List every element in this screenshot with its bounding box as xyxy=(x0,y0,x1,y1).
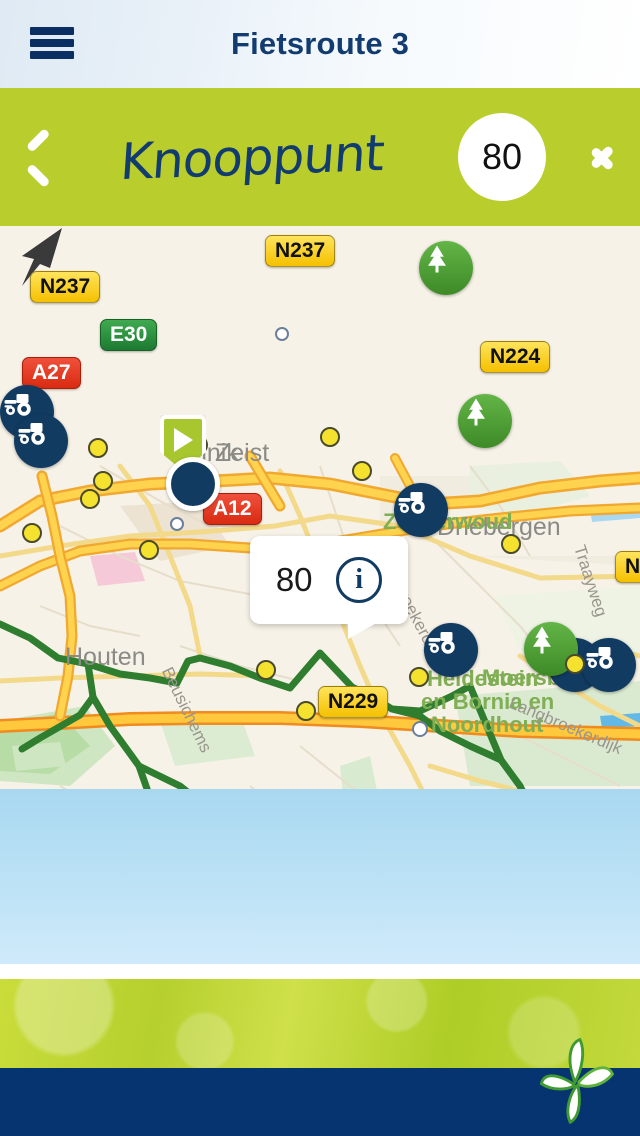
road-shield: E30 xyxy=(100,319,158,352)
butterfly-logo-icon xyxy=(539,1037,615,1125)
place-dot xyxy=(170,517,184,531)
road-shield: N2 xyxy=(615,551,640,584)
chevron-right-icon xyxy=(589,134,615,180)
road-shield: N237 xyxy=(30,271,101,304)
route-waypoint[interactable] xyxy=(256,660,276,680)
previous-knooppunt-button[interactable] xyxy=(0,88,76,226)
forest-poi-icon[interactable] xyxy=(458,394,512,448)
callout-number: 80 xyxy=(275,561,313,598)
route-map[interactable]: N237N237E30A27A12N224N229N2 ZeistnnikOdi… xyxy=(0,226,640,789)
route-waypoint[interactable] xyxy=(22,523,42,543)
route-waypoint[interactable] xyxy=(320,427,340,447)
tractor-poi-icon[interactable] xyxy=(424,623,478,677)
chevron-left-icon xyxy=(25,134,51,180)
route-waypoint[interactable] xyxy=(409,667,429,687)
route-waypoint[interactable] xyxy=(88,438,108,458)
road-shield: N224 xyxy=(480,341,551,374)
tab-bar: Kaart Info xyxy=(0,789,640,964)
place-dot xyxy=(275,327,289,341)
app-header: Fietsroute 3 xyxy=(0,0,640,88)
next-knooppunt-button[interactable] xyxy=(564,88,640,226)
road-shield: N229 xyxy=(318,686,389,719)
knooppunt-label: Knooppunt xyxy=(118,123,386,192)
route-waypoint[interactable] xyxy=(80,489,100,509)
road-shield: N237 xyxy=(265,235,336,268)
route-waypoint[interactable] xyxy=(93,471,113,491)
route-start-marker[interactable] xyxy=(160,415,220,511)
knooppunt-callout[interactable]: 80 i xyxy=(250,536,408,639)
knooppunt-bar: Knooppunt 80 xyxy=(0,88,640,226)
route-waypoint[interactable] xyxy=(565,654,585,674)
tractor-poi-icon[interactable] xyxy=(582,638,636,692)
app-root: Fietsroute 3 Knooppunt 80 N237 N237 E30 … xyxy=(0,0,640,1136)
route-waypoint[interactable] xyxy=(352,461,372,481)
current-position-dot xyxy=(166,457,220,511)
tractor-poi-icon[interactable] xyxy=(394,483,448,537)
page-title: Fietsroute 3 xyxy=(230,26,410,61)
route-waypoint[interactable] xyxy=(501,534,521,554)
forest-poi-icon[interactable] xyxy=(419,241,473,295)
tractor-poi-icon[interactable] xyxy=(14,414,68,468)
route-waypoint[interactable] xyxy=(296,701,316,721)
knooppunt-number-badge[interactable]: 80 xyxy=(458,113,546,201)
info-icon[interactable]: i xyxy=(336,557,383,603)
route-waypoint[interactable] xyxy=(139,540,159,560)
